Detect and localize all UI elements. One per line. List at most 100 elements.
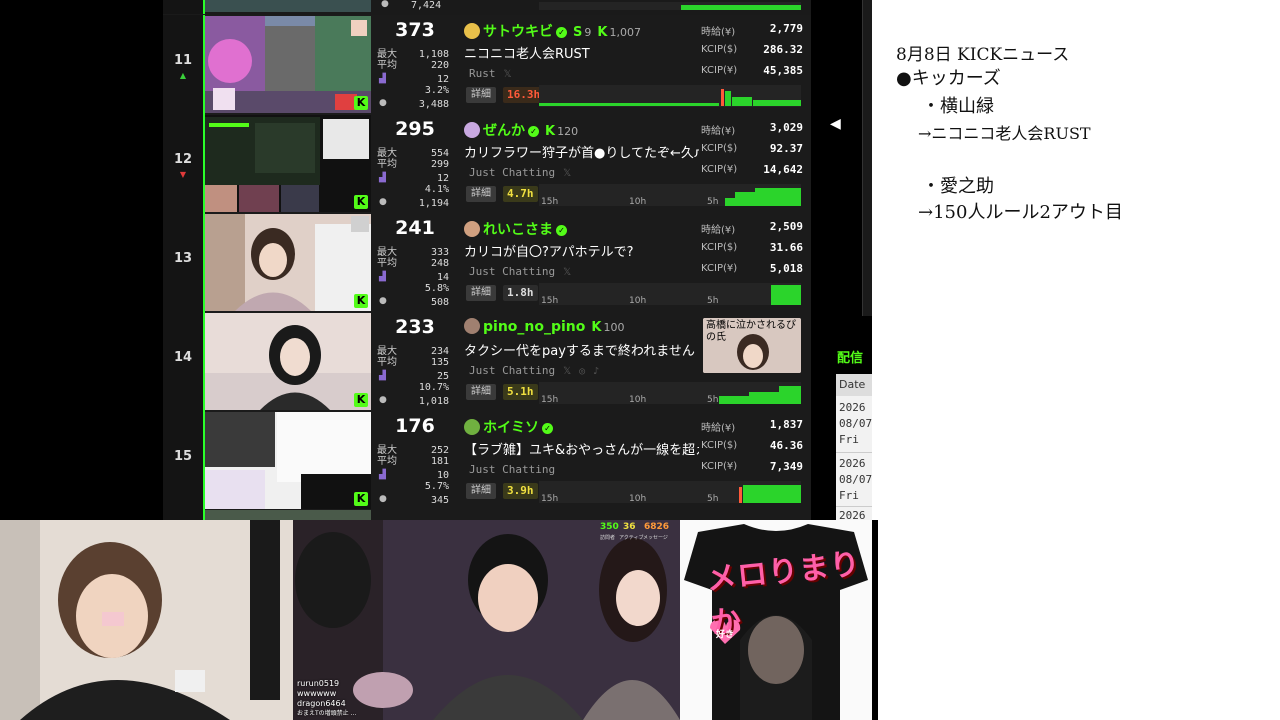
date-cell: 2026 — [839, 509, 866, 520]
earn-label: KCIP($) — [701, 143, 738, 154]
chat-icon: ● — [381, 0, 389, 9]
date-cell: Fri — [839, 489, 859, 502]
notes-line: ・横山緑 — [922, 96, 994, 117]
max-label: 最大 — [377, 148, 397, 159]
earn-value: 2,509 — [769, 220, 803, 233]
stream-info: pino_no_pino K 100 タクシー代をpayするまで終われません Jus… — [463, 312, 808, 411]
total-count: 508 — [430, 297, 449, 308]
category-tag: Rust 𝕏 — [469, 67, 512, 80]
streamer-name[interactable]: ぜんか — [483, 123, 525, 139]
earn-value: 3,029 — [769, 121, 803, 134]
streamer-name[interactable]: れいこさま — [483, 222, 553, 238]
earn-label: KCIP(¥) — [701, 461, 738, 472]
stream-duration: 3.9h — [503, 483, 538, 499]
avatar — [464, 419, 480, 435]
active-count: 36 — [623, 522, 636, 532]
chat-text: おまえTの増頭禁止 ... — [297, 710, 357, 717]
kick-logo-icon: K — [354, 294, 368, 308]
category-name: Just Chatting — [469, 166, 556, 179]
notes-line: →150人ルール2アウト目 — [918, 202, 1123, 223]
webcam-feed-1 — [0, 520, 293, 720]
detail-button[interactable]: 詳細 — [466, 384, 496, 400]
streamer-name[interactable]: pino_no_pino — [483, 319, 585, 335]
viewer-history-graph: 15h 10h 5h — [539, 481, 801, 504]
stream-thumbnail[interactable]: K — [205, 115, 371, 212]
stream-duration: 5.1h — [503, 384, 538, 400]
date-cell: 2026 — [839, 457, 866, 470]
rank-number: 13 — [173, 251, 193, 266]
rank-cell: 11 ▲ — [163, 15, 205, 114]
kick-logo-icon: K — [354, 393, 368, 407]
divider — [872, 520, 878, 720]
rank-number: 14 — [173, 350, 193, 365]
earn-label: 時給(¥) — [701, 27, 736, 38]
webcam-image — [0, 520, 293, 720]
x-icon[interactable]: 𝕏 — [563, 267, 571, 278]
ranking-row[interactable]: 14 K 233 最大 平均 234 135 ▟ 25 10.7% ● 1,01… — [163, 312, 811, 412]
notes-line: →ニコニコ老人会RUST — [918, 124, 1091, 143]
side-history-panel: ◀ 配信 Date 2026 08/07 Fri 2026 08/07 Fri … — [812, 0, 876, 520]
collapse-arrow-icon[interactable]: ◀ — [830, 116, 841, 132]
verified-icon: ✓ — [542, 423, 553, 434]
stream-thumbnail[interactable]: K — [205, 412, 371, 509]
date-cell: 2026 — [839, 401, 866, 414]
subs-label: S — [573, 25, 583, 40]
earnings-panel: 時給(¥) 2,509 KCIP($) 31.66 KCIP(¥) 5,018 — [701, 217, 805, 280]
instagram-icon[interactable]: ◎ — [579, 366, 585, 377]
avatar — [464, 318, 480, 334]
date-cell: 08/07 — [839, 473, 873, 486]
stream-info: サトウキビ ✓ S 9 K 1,007 ニコニコ老人会RUST Rust 𝕏 詳細 16.3… — [463, 15, 808, 114]
avg-viewers: 299 — [430, 159, 449, 170]
earn-value: 45,385 — [763, 64, 803, 77]
earn-row: 時給(¥) 2,509 — [701, 217, 805, 238]
x-icon[interactable]: 𝕏 — [563, 168, 571, 179]
rank-up-icon: ▲ — [179, 71, 187, 80]
chat-icon: ▟ — [379, 74, 386, 84]
stream-thumbnail[interactable]: K — [205, 313, 371, 410]
date-cell: 08/07 — [839, 417, 873, 430]
avg-label: 平均 — [377, 258, 397, 269]
streamer-name[interactable]: サトウキビ — [483, 24, 553, 40]
ranking-row[interactable]: 13 K 241 最大 平均 333 248 ▟ 14 5.8% ● 508 れ… — [163, 213, 811, 313]
date-column-header: Date — [836, 374, 876, 396]
detail-button[interactable]: 詳細 — [466, 285, 496, 301]
notes-heading: 8月8日 KICKニュース — [896, 45, 1070, 65]
tiktok-icon[interactable]: ♪ — [593, 366, 599, 377]
chat-message: おまえTの増頭禁止 ... — [297, 709, 356, 719]
earn-label: 時給(¥) — [701, 423, 736, 434]
notes-line: ・愛之助 — [922, 176, 994, 197]
detail-button[interactable]: 詳細 — [466, 87, 496, 103]
clip-thumbnail[interactable]: 高橋に泣かされるぴの氏 — [703, 318, 801, 373]
streamer-name[interactable]: ホイミソ — [483, 420, 539, 436]
chat-ratio: 3.2% — [424, 85, 449, 96]
detail-button[interactable]: 詳細 — [466, 186, 496, 202]
kick-logo-icon: K — [354, 96, 368, 110]
stream-thumbnail[interactable]: K — [205, 214, 371, 311]
stream-history-table: Date 2026 08/07 Fri 2026 08/07 Fri 2026 — [836, 374, 876, 520]
message-label: メッセージ — [643, 535, 668, 541]
streamer-line: れいこさま ✓ — [464, 219, 567, 238]
earn-label: KCIP(¥) — [701, 65, 738, 76]
speech-icon: ● — [379, 395, 387, 405]
viewer-count: 241 — [395, 217, 435, 239]
visitor-label: 訪問者 — [600, 535, 616, 541]
ranking-row[interactable]: 11 ▲ K 373 最大 平均 1,108 220 ▟ 12 3.2% ● 3… — [163, 15, 811, 115]
stream-info: れいこさま ✓ カリコが自〇?アパホテルで? Just Chatting 𝕏 詳細 … — [463, 213, 808, 312]
detail-button[interactable]: 詳細 — [466, 483, 496, 499]
rank-cell: 15 — [163, 411, 205, 510]
kick-follow-icon: K — [591, 320, 602, 335]
merch-shirt-image: メロりまりか 好き — [680, 520, 872, 720]
x-icon[interactable]: 𝕏 — [563, 366, 571, 377]
viewer-count: 373 — [395, 19, 435, 41]
ranking-row[interactable]: 15 K 176 最大 平均 252 181 ▟ 10 5.7% ● 345 ホ… — [163, 411, 811, 511]
earn-row: KCIP($) 31.66 — [701, 238, 805, 259]
category-tag: Just Chatting — [469, 463, 555, 476]
news-notes-panel: 8月8日 KICKニュース ●キッカーズ ・横山緑 →ニコニコ老人会RUST ・… — [872, 0, 1280, 720]
stream-thumbnail[interactable]: K — [205, 16, 371, 113]
stream-duration: 4.7h — [503, 186, 538, 202]
x-icon[interactable]: 𝕏 — [504, 69, 512, 80]
ranking-row[interactable]: 12 ▼ K 295 最大 平均 554 299 ▟ 12 4.1% ● 1,1… — [163, 114, 811, 214]
kick-follow-icon: K — [597, 25, 608, 40]
chat-text: wwwwww — [297, 689, 337, 698]
stream-info: ぜんか ✓ K 120 カリフラワー狩子が首●りしてたぞ←久л Just Chatti… — [463, 114, 808, 213]
